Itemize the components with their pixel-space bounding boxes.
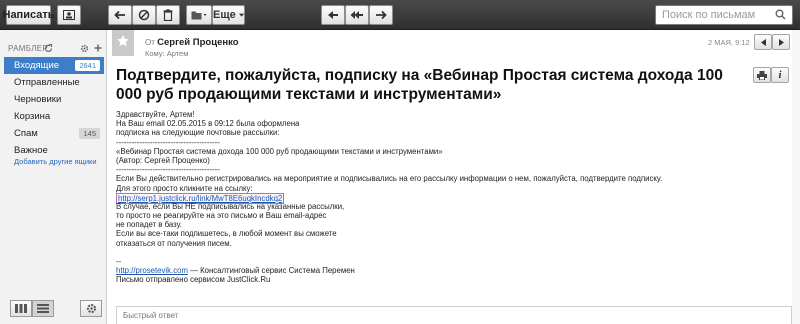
search-input[interactable] — [655, 5, 793, 25]
body-line: ---------------------------------------- — [116, 165, 220, 175]
delete-button[interactable] — [156, 5, 180, 25]
contacts-icon — [63, 10, 75, 20]
folder-spam[interactable]: Спам 145 — [4, 125, 104, 142]
body-line-empty — [116, 248, 756, 257]
reply-all-icon — [350, 11, 363, 19]
folder-label: Входящие — [14, 60, 60, 71]
folder-label: Корзина — [14, 111, 51, 122]
chevron-right-icon — [778, 38, 784, 46]
block-icon — [138, 9, 150, 21]
folder-inbox[interactable]: Входящие 2641 — [4, 57, 104, 74]
message-view: От Сергей Проценко Кому: Артем 2 МАЯ, 9:… — [108, 30, 800, 324]
body-line: «Вебинар Простая система дохода 100 000 … — [116, 146, 443, 156]
print-icon — [757, 70, 767, 80]
settings-button[interactable] — [80, 300, 102, 317]
body-line: Здравствуйте, Артем! — [116, 110, 195, 119]
info-icon: i — [778, 69, 782, 81]
body-line: -- — [116, 257, 122, 266]
footer-site-text: — Консалтинговый сервис Система Перемен — [187, 266, 355, 276]
body-line: ---------------------------------------- — [116, 137, 220, 147]
chevron-down-icon — [238, 13, 244, 17]
folder-label: Отправленные — [14, 77, 80, 88]
compose-button[interactable]: Написать — [3, 5, 55, 25]
recipient-line: Кому: Артем — [145, 49, 189, 58]
forward-icon — [376, 10, 387, 20]
body-line: Письмо отправлено сервисом JustClick.Ru — [116, 275, 271, 285]
more-button-label: Еще — [213, 9, 236, 21]
folder-label: Важное — [14, 145, 48, 156]
sender-line: От Сергей Проценко — [145, 37, 239, 48]
gear-icon[interactable] — [80, 44, 89, 53]
block-button[interactable] — [132, 5, 156, 25]
body-line: Если Вы действительно регистрировались н… — [116, 174, 663, 184]
reply-all-button[interactable] — [345, 5, 369, 25]
columns-icon — [15, 304, 27, 313]
sidebar: РАМБЛЕР Входящие 2641 Отправленные Черно… — [0, 30, 107, 324]
folder-drafts[interactable]: Черновики — [4, 91, 104, 108]
unread-count-badge: 2641 — [75, 60, 100, 71]
message-body: Здравствуйте, Артем! На Ваш email 02.05.… — [116, 110, 756, 285]
folder-label: Черновики — [14, 94, 62, 105]
body-line: отказаться от получения писем. — [116, 238, 232, 248]
reply-button[interactable] — [321, 5, 345, 25]
gear-icon — [86, 304, 96, 313]
view-list-button[interactable] — [32, 300, 54, 317]
reply-icon — [328, 11, 338, 19]
footer-site-link[interactable]: http://prosetevik.com — [116, 266, 188, 275]
sender-name[interactable]: Сергей Проценко — [157, 37, 238, 48]
info-button[interactable]: i — [771, 67, 789, 83]
body-line: то просто не реагируйте на это письмо и … — [116, 211, 327, 221]
message-subject: Подтвердите, пожалуйста, подписку на «Ве… — [116, 67, 723, 103]
body-line: На Ваш email 02.05.2015 в 09:12 была офо… — [116, 119, 300, 129]
refresh-icon[interactable] — [44, 44, 53, 53]
prev-message-button[interactable] — [754, 34, 772, 50]
footer-line: http://prosetevik.com — Консалтинговый с… — [116, 266, 756, 275]
account-name: РАМБЛЕР — [8, 44, 49, 53]
star-bookmark[interactable] — [112, 30, 134, 56]
message-date: 2 МАЯ, 9:12 — [708, 38, 750, 47]
account-header: РАМБЛЕР — [8, 44, 103, 56]
body-line: В случае, если Вы НЕ подписывались на ук… — [116, 201, 345, 211]
folder-trash[interactable]: Корзина — [4, 108, 104, 125]
more-button[interactable]: Еще — [212, 5, 245, 25]
compose-button-label: Написать — [2, 9, 55, 21]
chevron-left-icon — [760, 38, 766, 46]
folder-sent[interactable]: Отправленные — [4, 74, 104, 91]
trash-icon — [163, 9, 173, 21]
body-line: Если вы все-таки подпишетесь, в любой мо… — [116, 229, 337, 239]
scrollbar[interactable] — [792, 30, 800, 324]
quick-reply-input[interactable] — [116, 306, 792, 324]
add-mailboxes-link[interactable]: Добавить другие ящики — [14, 157, 97, 166]
top-toolbar: Написать Еще — [0, 0, 800, 30]
arrow-left-icon — [114, 10, 125, 20]
plus-icon[interactable] — [94, 44, 102, 52]
confirm-link-line: http://serp1.justclick.ru/link/MwT8E6uqk… — [116, 192, 756, 204]
body-line: подписка на следующие почтовые рассылки: — [116, 128, 280, 138]
list-icon — [37, 304, 49, 313]
from-prefix: От — [145, 38, 155, 47]
folder-icon — [191, 11, 207, 20]
contacts-button[interactable] — [57, 5, 81, 25]
body-line: (Автор: Сергей Проценко) — [116, 155, 210, 165]
view-columns-button[interactable] — [10, 300, 32, 317]
move-folder-button[interactable] — [186, 5, 212, 25]
spam-count-badge: 145 — [79, 128, 100, 139]
body-line: не попадет в базу. — [116, 220, 182, 230]
forward-button[interactable] — [369, 5, 393, 25]
next-message-button[interactable] — [772, 34, 790, 50]
back-button[interactable] — [108, 5, 132, 25]
folder-label: Спам — [14, 128, 38, 139]
search-icon[interactable] — [775, 9, 786, 20]
star-icon — [117, 35, 129, 47]
body-line: Для этого просто кликните на ссылку: — [116, 183, 253, 193]
print-button[interactable] — [753, 67, 771, 83]
